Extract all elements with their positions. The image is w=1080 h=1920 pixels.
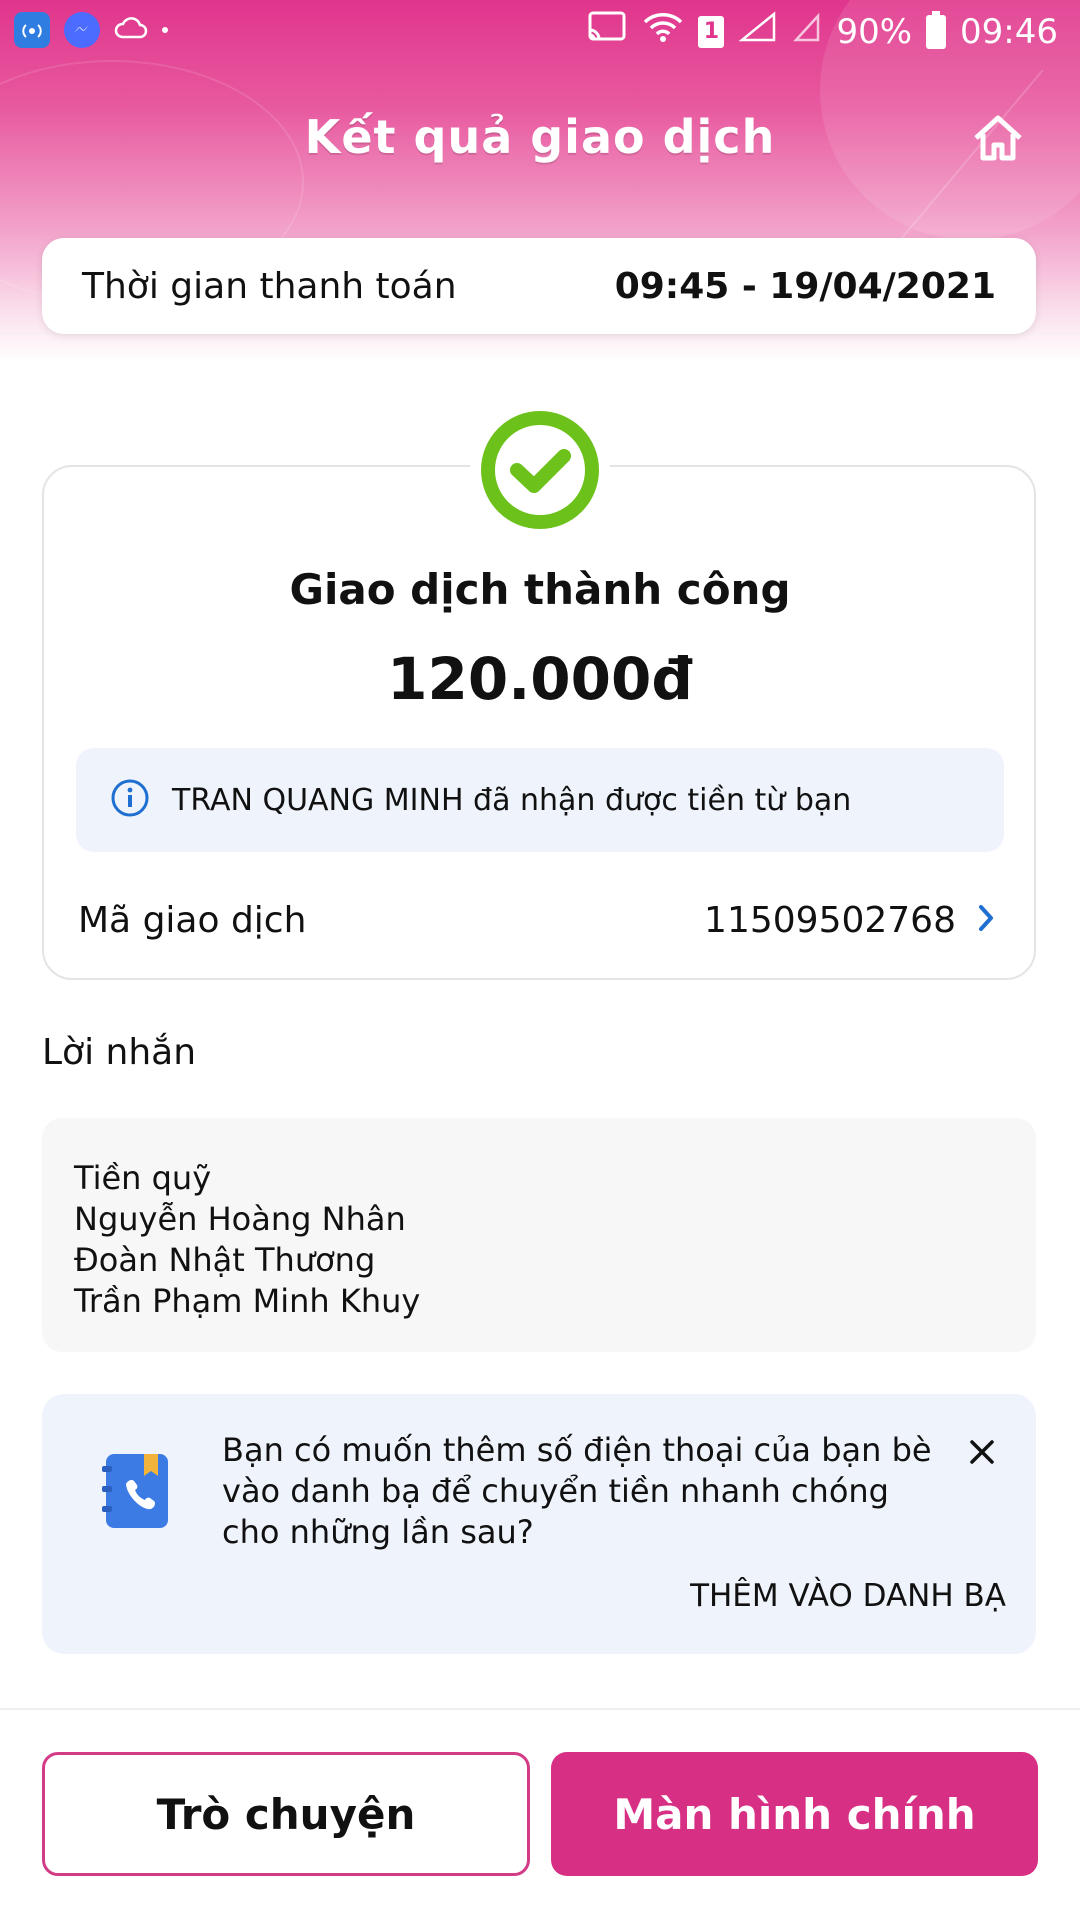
bottom-divider [0, 1708, 1080, 1710]
sim-badge: 1 [698, 15, 725, 48]
add-contact-prompt: Bạn có muốn thêm số điện thoại của bạn b… [42, 1394, 1036, 1654]
transaction-id-label: Mã giao dịch [78, 899, 307, 941]
close-icon[interactable] [962, 1432, 1002, 1472]
transaction-id-value: 11509502768 [704, 899, 956, 941]
signal-icon [738, 10, 778, 53]
message-title: Lời nhắn [42, 1032, 197, 1073]
notification-dot [162, 27, 168, 33]
success-check-icon [470, 400, 610, 540]
message-line: Tiền quỹ [74, 1159, 212, 1197]
info-icon [110, 778, 150, 822]
battery-percent: 90% [836, 11, 913, 52]
add-contact-text: Bạn có muốn thêm số điện thoại của bạn b… [222, 1431, 932, 1551]
messenger-icon [64, 12, 100, 48]
recipient-info-text: TRAN QUANG MINH đã nhận được tiền từ bạn [172, 782, 852, 818]
page-title: Kết quả giao dịch [304, 110, 776, 164]
payment-time-value: 09:45 - 19/04/2021 [614, 265, 996, 307]
hotspot-icon [14, 12, 50, 48]
home-screen-button[interactable]: Màn hình chính [551, 1752, 1038, 1876]
transaction-status: Giao dịch thành công [289, 565, 791, 614]
payment-time-label: Thời gian thanh toán [82, 265, 457, 307]
message-line: Đoàn Nhật Thương [74, 1241, 376, 1279]
signal-icon-2 [792, 10, 822, 53]
screen-cast-icon [586, 10, 628, 53]
clock: 09:46 [960, 11, 1058, 52]
transaction-amount: 120.000đ [387, 645, 693, 713]
payment-time-card: Thời gian thanh toán 09:45 - 19/04/2021 [42, 238, 1036, 334]
transaction-id-row[interactable]: Mã giao dịch 11509502768 [78, 890, 996, 950]
add-to-contacts-button[interactable]: THÊM VÀO DANH BẠ [690, 1578, 1006, 1614]
message-line: Trần Phạm Minh Khuy [74, 1282, 421, 1320]
chat-button[interactable]: Trò chuyện [42, 1752, 530, 1876]
recipient-info-box: TRAN QUANG MINH đã nhận được tiền từ bạn [76, 748, 1004, 852]
cloud-sync-icon [114, 15, 148, 45]
battery-icon [926, 10, 947, 49]
contact-book-icon [98, 1448, 174, 1532]
status-bar: 1 90% 09:46 [0, 0, 1080, 62]
message-box: Tiền quỹ Nguyễn Hoàng Nhân Đoàn Nhật Thư… [42, 1118, 1036, 1352]
chevron-right-icon [976, 903, 996, 937]
message-line: Nguyễn Hoàng Nhân [74, 1200, 406, 1238]
home-icon[interactable] [968, 110, 1028, 166]
wifi-icon [642, 10, 684, 53]
